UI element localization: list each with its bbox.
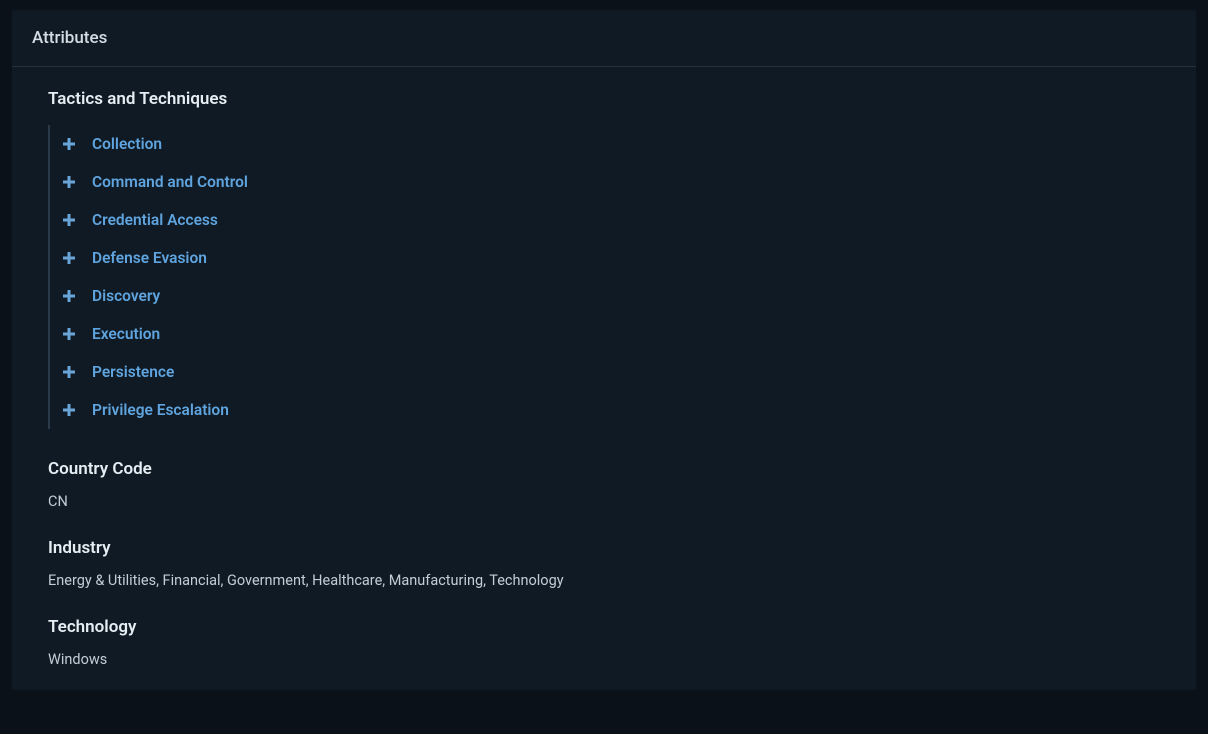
- panel-title: Attributes: [12, 10, 1196, 67]
- tactic-item-persistence[interactable]: Persistence: [50, 353, 1168, 391]
- industry-value: Energy & Utilities, Financial, Governmen…: [48, 572, 1168, 589]
- technology-heading: Technology: [48, 617, 1168, 637]
- tactic-label: Command and Control: [92, 173, 248, 191]
- expand-icon: [62, 365, 76, 379]
- expand-icon: [62, 289, 76, 303]
- industry-section: Industry Energy & Utilities, Financial, …: [48, 538, 1168, 589]
- tactics-heading: Tactics and Techniques: [48, 89, 1168, 109]
- expand-icon: [62, 175, 76, 189]
- tactic-item-privilege-escalation[interactable]: Privilege Escalation: [50, 391, 1168, 429]
- panel-body: Tactics and Techniques Collection Comman…: [12, 67, 1196, 690]
- tactic-label: Discovery: [92, 287, 160, 305]
- expand-icon: [62, 213, 76, 227]
- technology-section: Technology Windows: [48, 617, 1168, 668]
- expand-icon: [62, 327, 76, 341]
- country-code-section: Country Code CN: [48, 459, 1168, 510]
- tactic-label: Persistence: [92, 363, 174, 381]
- tactic-label: Credential Access: [92, 211, 218, 229]
- tactics-list: Collection Command and Control Credentia…: [48, 125, 1168, 429]
- country-code-heading: Country Code: [48, 459, 1168, 479]
- technology-value: Windows: [48, 651, 1168, 668]
- tactic-item-discovery[interactable]: Discovery: [50, 277, 1168, 315]
- tactic-label: Execution: [92, 325, 160, 343]
- tactic-item-execution[interactable]: Execution: [50, 315, 1168, 353]
- tactic-label: Defense Evasion: [92, 249, 207, 267]
- expand-icon: [62, 137, 76, 151]
- tactic-label: Collection: [92, 135, 162, 153]
- expand-icon: [62, 403, 76, 417]
- industry-heading: Industry: [48, 538, 1168, 558]
- country-code-value: CN: [48, 493, 1168, 510]
- tactic-item-command-and-control[interactable]: Command and Control: [50, 163, 1168, 201]
- tactic-item-defense-evasion[interactable]: Defense Evasion: [50, 239, 1168, 277]
- tactic-item-collection[interactable]: Collection: [50, 125, 1168, 163]
- tactic-item-credential-access[interactable]: Credential Access: [50, 201, 1168, 239]
- tactic-label: Privilege Escalation: [92, 401, 229, 419]
- attributes-panel: Attributes Tactics and Techniques Collec…: [12, 10, 1196, 690]
- expand-icon: [62, 251, 76, 265]
